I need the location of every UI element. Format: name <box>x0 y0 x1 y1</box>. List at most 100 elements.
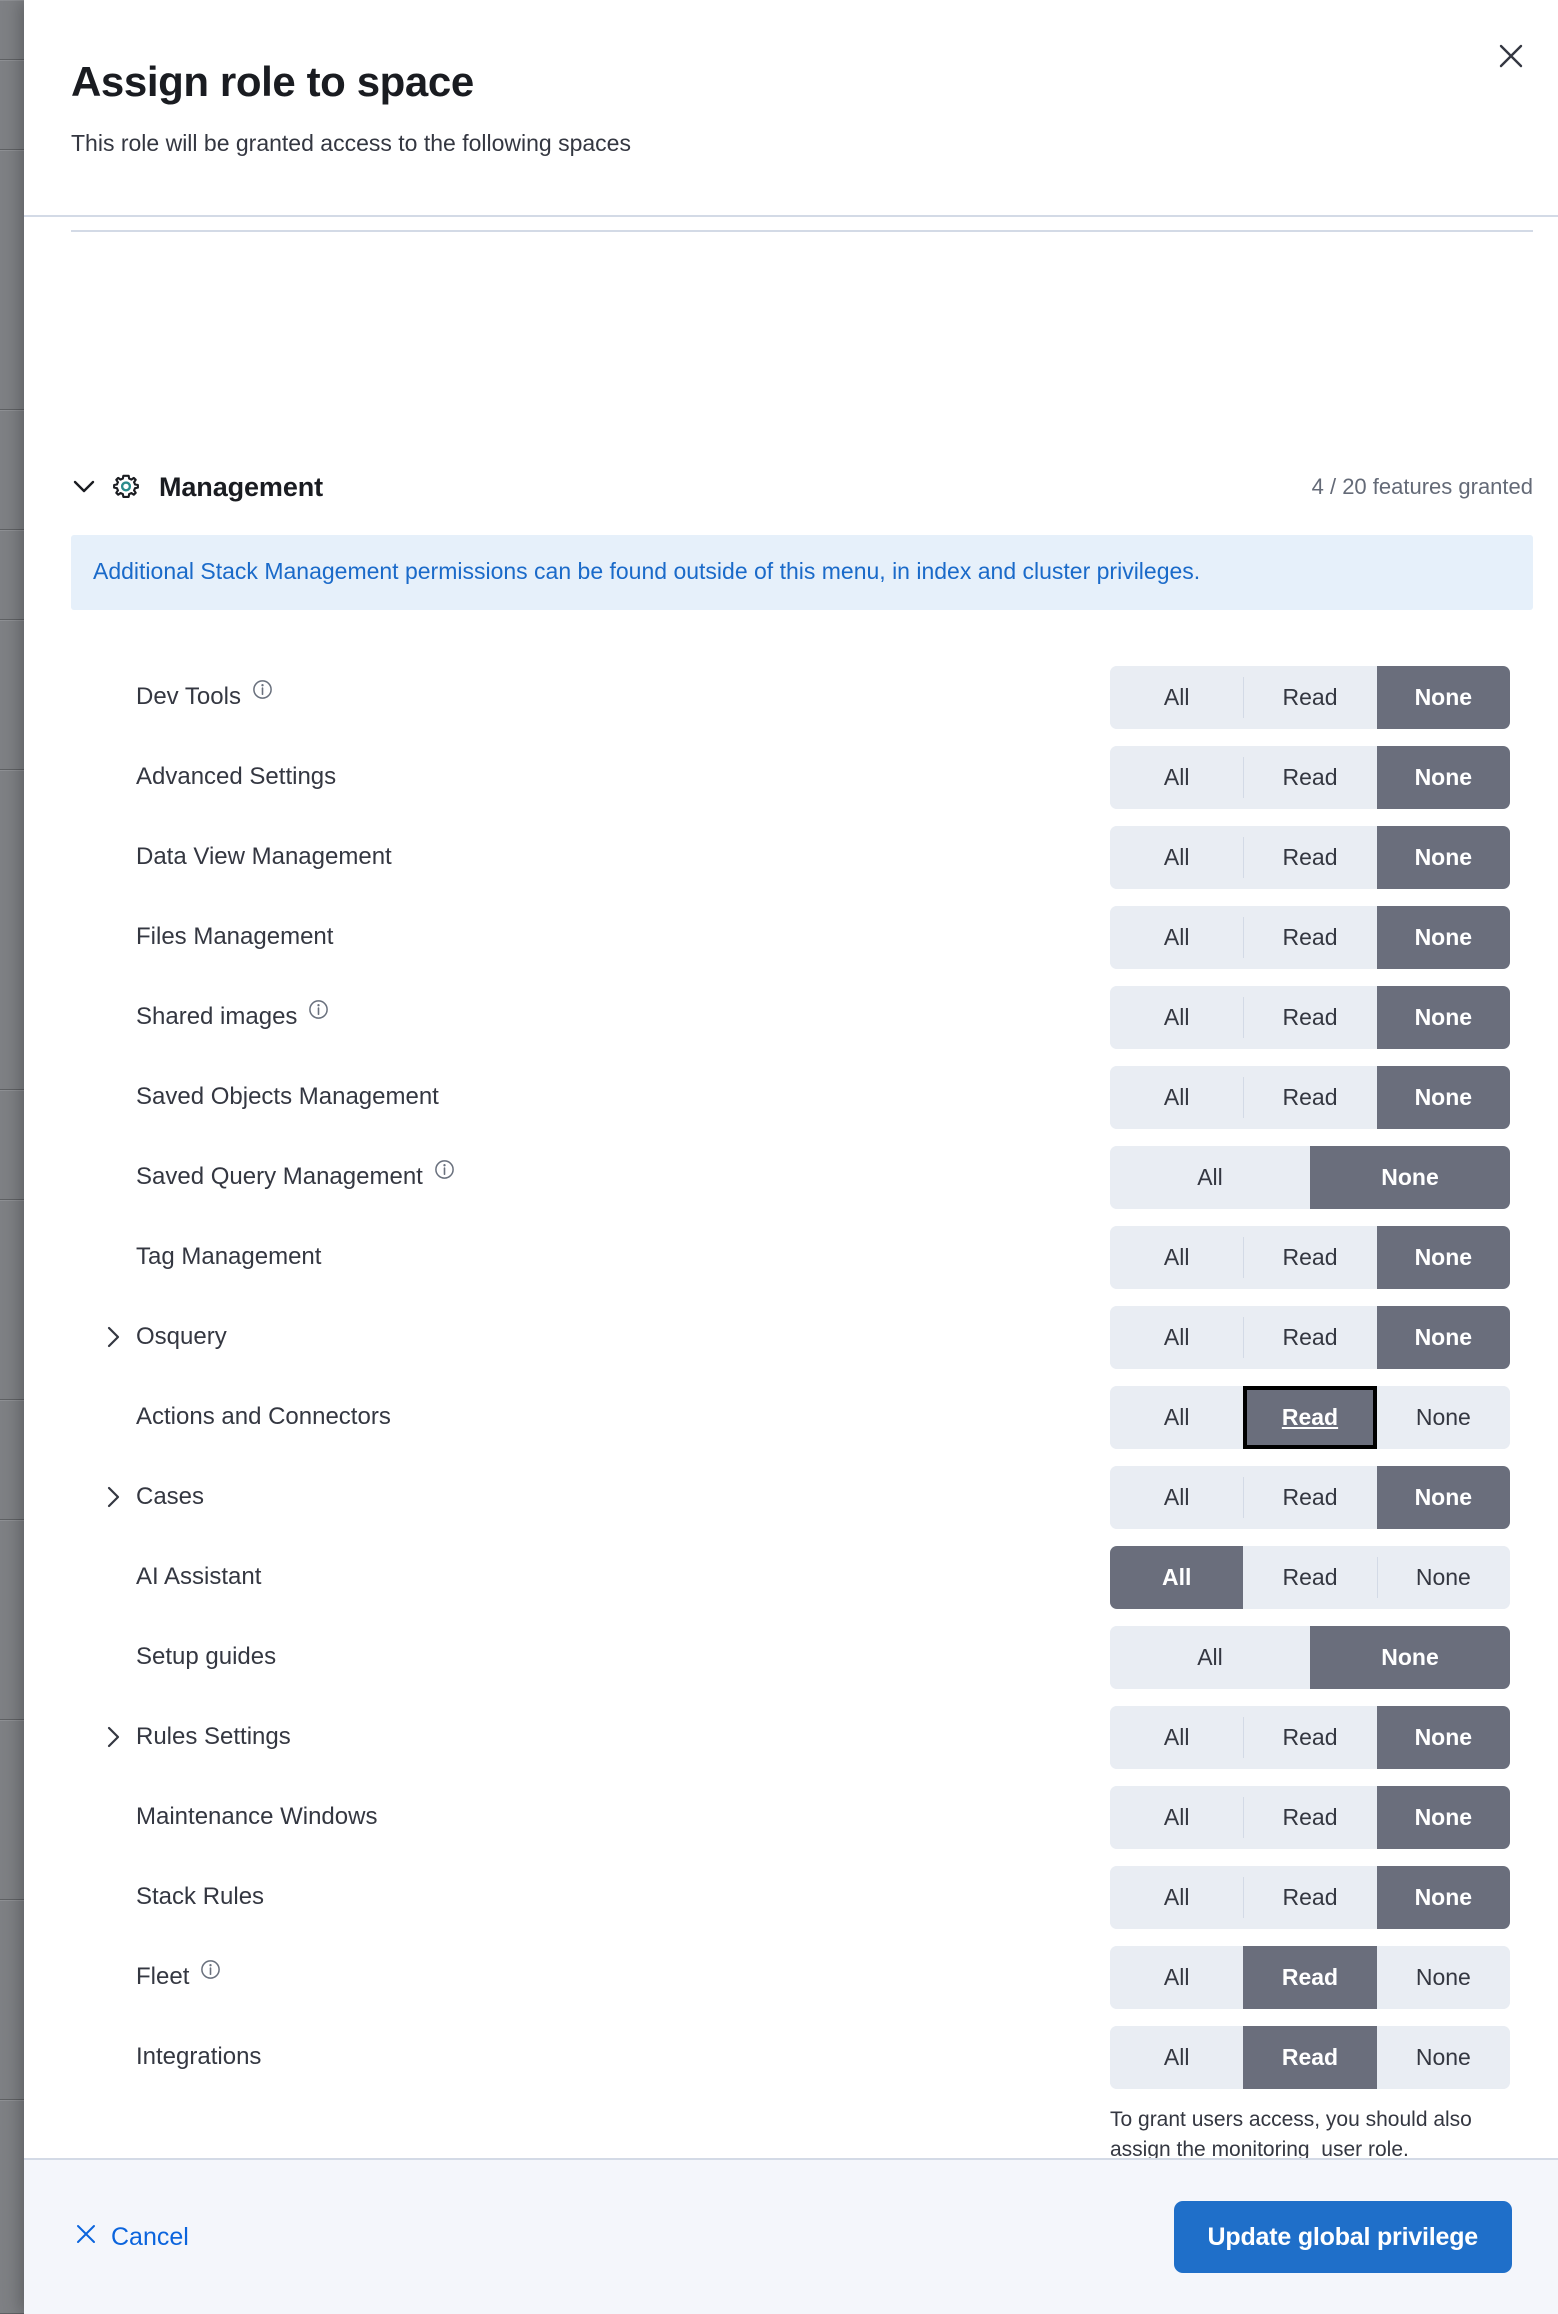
backdrop-row <box>0 1520 24 1720</box>
privilege-option-none[interactable]: None <box>1376 1465 1510 1529</box>
privilege-toggle-group: All Read None <box>1110 1785 1510 1849</box>
privilege-option-read[interactable]: Read <box>1243 825 1377 889</box>
info-icon[interactable] <box>200 1959 221 1980</box>
privilege-option-none[interactable]: None <box>1376 745 1510 809</box>
info-icon[interactable] <box>434 1159 455 1180</box>
flyout-footer: Cancel Update global privilege <box>24 2158 1558 2314</box>
privilege-toggle-group: All Read None <box>1110 825 1510 889</box>
chevron-right-icon[interactable] <box>102 1486 124 1508</box>
privilege-option-read[interactable]: Read <box>1243 1065 1377 1129</box>
privilege-option-none[interactable]: None <box>1376 2025 1510 2089</box>
privilege-option-read[interactable]: Read <box>1243 665 1377 729</box>
privilege-option-read[interactable]: Read <box>1243 1945 1377 2009</box>
privilege-option-all[interactable]: All <box>1110 1545 1244 1609</box>
privilege-option-all[interactable]: All <box>1110 1465 1244 1529</box>
feature-label-wrap: Setup guides <box>136 1617 276 1697</box>
close-icon[interactable] <box>1488 33 1534 79</box>
privilege-option-all[interactable]: All <box>1110 1385 1244 1449</box>
feature-label-wrap: AI Assistant <box>136 1537 261 1617</box>
info-icon[interactable] <box>308 999 329 1020</box>
privilege-option-none[interactable]: None <box>1376 1305 1510 1369</box>
backdrop-row <box>0 60 24 150</box>
privilege-option-read[interactable]: Read <box>1243 1545 1377 1609</box>
feature-label-wrap: Saved Objects Management <box>136 1057 439 1137</box>
feature-label-wrap: Actions and Connectors <box>136 1377 391 1457</box>
privilege-option-read[interactable]: Read <box>1243 1385 1377 1449</box>
privilege-option-read[interactable]: Read <box>1243 1465 1377 1529</box>
privilege-option-all[interactable]: All <box>1110 1945 1244 2009</box>
privilege-option-none[interactable]: None <box>1310 1145 1510 1209</box>
privilege-toggle-group: AllNone <box>1110 1145 1510 1209</box>
privilege-toggle-group: All Read None <box>1110 745 1510 809</box>
privilege-option-all[interactable]: All <box>1110 1705 1244 1769</box>
privilege-option-read[interactable]: Read <box>1243 1705 1377 1769</box>
privilege-option-read[interactable]: Read <box>1243 1865 1377 1929</box>
privilege-option-none[interactable]: None <box>1376 905 1510 969</box>
privilege-toggle-group: All Read None <box>1110 1385 1510 1449</box>
backdrop-row <box>0 2100 24 2314</box>
privilege-toggle-group: All Read None <box>1110 1305 1510 1369</box>
privilege-toggle-group: All Read None <box>1110 2025 1510 2089</box>
feature-row: Dev Tools All Read None <box>24 657 1558 737</box>
privilege-toggle-group: All Read None <box>1110 1545 1510 1609</box>
privilege-option-read[interactable]: Read <box>1243 1225 1377 1289</box>
feature-label: Integrations <box>136 2043 262 2070</box>
stack-management-callout: Additional Stack Management permissions … <box>71 535 1533 610</box>
feature-label: AI Assistant <box>136 1563 262 1590</box>
privilege-option-all[interactable]: All <box>1110 1225 1244 1289</box>
privilege-option-all[interactable]: All <box>1110 1065 1244 1129</box>
privilege-option-read[interactable]: Read <box>1243 985 1377 1049</box>
privilege-option-none[interactable]: None <box>1376 1385 1510 1449</box>
feature-row: Data View Management All Read None <box>24 817 1558 897</box>
privilege-option-none[interactable]: None <box>1376 1225 1510 1289</box>
backdrop-row <box>0 0 24 60</box>
privilege-option-all[interactable]: All <box>1110 1305 1244 1369</box>
feature-label-wrap: Dev Tools <box>136 657 273 737</box>
privilege-option-none[interactable]: None <box>1376 825 1510 889</box>
privilege-option-none[interactable]: None <box>1376 1945 1510 2009</box>
privilege-option-all[interactable]: All <box>1110 1625 1310 1689</box>
privilege-option-read[interactable]: Read <box>1243 2025 1377 2089</box>
feature-row: Setup guides All None <box>24 1617 1558 1697</box>
privilege-option-all[interactable]: All <box>1110 905 1244 969</box>
privilege-option-read[interactable]: Read <box>1243 745 1377 809</box>
chevron-right-icon[interactable] <box>102 1326 124 1348</box>
privilege-option-all[interactable]: All <box>1110 1865 1244 1929</box>
privilege-option-none[interactable]: None <box>1376 1865 1510 1929</box>
privilege-option-read[interactable]: Read <box>1243 1785 1377 1849</box>
privilege-option-all[interactable]: All <box>1110 985 1244 1049</box>
backdrop-row <box>0 1720 24 1900</box>
chevron-right-icon[interactable] <box>102 1726 124 1748</box>
info-icon[interactable] <box>252 679 273 700</box>
feature-label: Maintenance Windows <box>136 1803 378 1830</box>
feature-label-wrap: Tag Management <box>136 1217 321 1297</box>
privilege-option-none[interactable]: None <box>1376 1785 1510 1849</box>
backdrop-row <box>0 1900 24 2100</box>
update-global-privilege-button[interactable]: Update global privilege <box>1173 2201 1512 2273</box>
privilege-option-all[interactable]: All <box>1110 1145 1310 1209</box>
privilege-option-none[interactable]: None <box>1376 985 1510 1049</box>
feature-label: Setup guides <box>136 1643 277 1670</box>
privilege-toggle-group: All Read None <box>1110 1945 1510 2009</box>
privilege-option-all[interactable]: All <box>1110 1785 1244 1849</box>
privilege-option-none[interactable]: None <box>1376 1545 1510 1609</box>
privilege-option-all[interactable]: All <box>1110 665 1244 729</box>
privilege-option-read[interactable]: Read <box>1243 1305 1377 1369</box>
feature-row: Fleet All Read None <box>24 1937 1558 2017</box>
feature-label: Osquery <box>136 1323 227 1350</box>
cancel-button-label: Cancel <box>111 2222 189 2251</box>
chevron-down-icon[interactable] <box>71 474 97 500</box>
privilege-option-all[interactable]: All <box>1110 745 1244 809</box>
privilege-option-none[interactable]: None <box>1376 1705 1510 1769</box>
cancel-button[interactable]: Cancel <box>71 2217 193 2258</box>
backdrop-row <box>0 1400 24 1520</box>
page-title: Assign role to space <box>71 58 474 105</box>
feature-row: Saved Query Management All None <box>24 1137 1558 1217</box>
privilege-option-none[interactable]: None <box>1376 1065 1510 1129</box>
privilege-option-all[interactable]: All <box>1110 825 1244 889</box>
privilege-option-all[interactable]: All <box>1110 2025 1244 2089</box>
cross-icon <box>75 2223 97 2252</box>
privilege-option-none[interactable]: None <box>1310 1625 1510 1689</box>
privilege-option-none[interactable]: None <box>1376 665 1510 729</box>
privilege-option-read[interactable]: Read <box>1243 905 1377 969</box>
